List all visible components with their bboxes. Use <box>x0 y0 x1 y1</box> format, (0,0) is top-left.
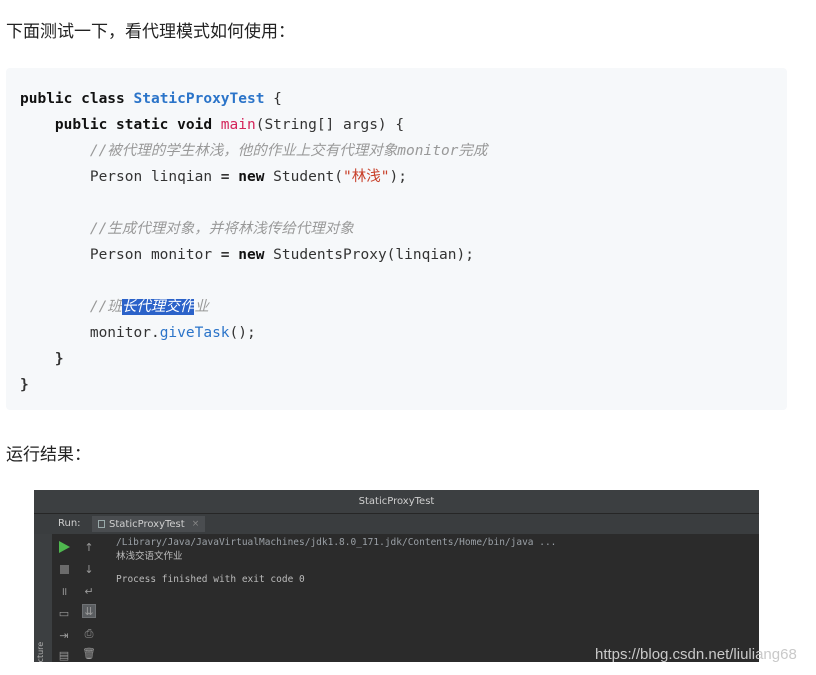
code-brace: } <box>20 377 29 393</box>
trash-icon[interactable]: 🗑 <box>82 646 96 660</box>
code-operator: = <box>220 169 230 185</box>
code-text: Person monitor <box>89 247 221 263</box>
code-comment: //班 <box>89 299 122 315</box>
code-method-name: main <box>220 117 256 133</box>
run-tab[interactable]: StaticProxyTest × <box>92 516 206 532</box>
pause-icon[interactable]: ॥ <box>57 584 71 598</box>
ide-screenshot: StaticProxyTest Run: StaticProxyTest × S… <box>34 490 759 662</box>
console-toolbar: ↑ ↓ ↵ ⇊ ⎙ 🗑 <box>78 534 102 662</box>
soft-wrap-icon[interactable]: ↵ <box>82 584 96 598</box>
watermark: https://blog.csdn.net/liuliang68 <box>595 646 797 663</box>
code-block: public class StaticProxyTest { public st… <box>6 68 787 410</box>
code-keyword: public static void <box>54 117 221 133</box>
run-label: Run: <box>58 518 81 529</box>
code-line-10: } <box>20 372 787 398</box>
code-text: StudentsProxy(linqian); <box>264 247 474 263</box>
intro-text: 下面测试一下，看代理模式如何使用： <box>6 22 295 42</box>
console-line: /Library/Java/JavaVirtualMachines/jdk1.8… <box>116 537 557 548</box>
code-line-8: monitor.giveTask(); <box>20 320 787 346</box>
close-icon[interactable]: × <box>192 519 200 529</box>
code-text: ); <box>389 169 407 185</box>
camera-icon[interactable]: ▭ <box>57 606 71 620</box>
code-line-7: //班长代理交作业 <box>20 294 787 320</box>
code-keyword: public class <box>20 91 134 107</box>
play-icon[interactable] <box>57 540 71 554</box>
ide-window-title: StaticProxyTest <box>34 490 759 514</box>
code-comment: //生成代理对象，并将林浅传给代理对象 <box>89 221 354 237</box>
run-tab-bar: Run: StaticProxyTest × <box>34 514 759 534</box>
code-line-9: } <box>20 346 787 372</box>
text-selection[interactable]: 长代理交作 <box>121 299 195 315</box>
code-keyword: new <box>229 247 265 263</box>
arrow-up-icon[interactable]: ↑ <box>82 540 96 554</box>
file-icon <box>98 520 105 528</box>
code-line-1: public class StaticProxyTest { <box>20 86 787 112</box>
code-operator: = <box>220 247 230 263</box>
code-line-6: Person monitor = new StudentsProxy(linqi… <box>20 242 787 268</box>
login-icon[interactable]: ⇥ <box>57 628 71 642</box>
code-keyword: new <box>229 169 265 185</box>
console-output[interactable]: /Library/Java/JavaVirtualMachines/jdk1.8… <box>116 534 759 662</box>
code-comment: //被代理的学生林浅，他的作业上交有代理对象monitor完成 <box>89 143 488 159</box>
print-icon[interactable]: ⎙ <box>82 626 96 640</box>
tool-window-strip: Structure <box>34 534 52 662</box>
console-line: Process finished with exit code 0 <box>116 574 305 585</box>
code-text: (String[] args) { <box>255 117 405 133</box>
stop-icon[interactable] <box>57 562 71 576</box>
layout-icon[interactable]: ▤ <box>57 648 71 662</box>
code-text: monitor. <box>89 325 160 341</box>
run-toolbar: ॥ ▭ ⇥ ▤ <box>53 534 77 662</box>
structure-tab[interactable]: Structure <box>36 642 45 662</box>
code-text: Person linqian <box>89 169 221 185</box>
code-string: "林浅" <box>343 169 390 185</box>
code-text: Student( <box>264 169 344 185</box>
console-line: 林浅交语文作业 <box>116 551 183 562</box>
scroll-to-end-icon[interactable]: ⇊ <box>82 604 96 618</box>
code-method-call: giveTask <box>159 325 230 341</box>
code-text: (); <box>229 325 256 341</box>
code-line-4: Person linqian = new Student("林浅"); <box>20 164 787 190</box>
code-comment: 业 <box>194 299 209 315</box>
code-line-5: //生成代理对象，并将林浅传给代理对象 <box>20 216 787 242</box>
run-tab-title: StaticProxyTest <box>109 518 185 530</box>
code-brace: } <box>54 351 64 367</box>
code-text: { <box>264 91 282 107</box>
result-label: 运行结果： <box>6 445 91 465</box>
code-line-3: //被代理的学生林浅，他的作业上交有代理对象monitor完成 <box>20 138 787 164</box>
code-line-2: public static void main(String[] args) { <box>20 112 787 138</box>
code-class-name: StaticProxyTest <box>133 91 265 107</box>
arrow-down-icon[interactable]: ↓ <box>82 562 96 576</box>
